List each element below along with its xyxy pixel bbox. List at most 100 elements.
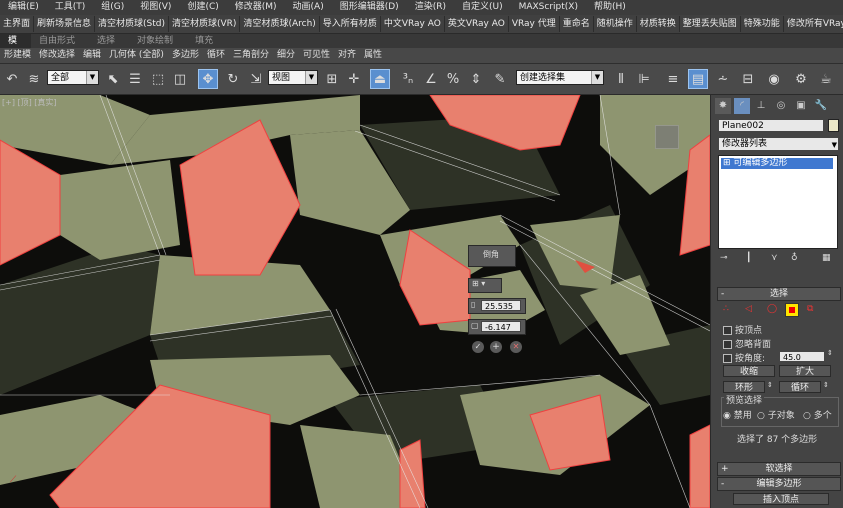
ribbon-tab-0[interactable]: 模	[0, 34, 32, 48]
script-button-14[interactable]: 修改所有VRayMtl	[784, 16, 843, 32]
menu-item-4[interactable]: 创建(C)	[179, 0, 226, 15]
element-level-icon[interactable]: ⧉	[807, 304, 813, 314]
undo-icon[interactable]: ↶	[2, 69, 22, 89]
script-button-12[interactable]: 整理丢失贴图	[680, 16, 741, 32]
shrink-button[interactable]: 收缩	[723, 365, 775, 377]
bevel-height-input[interactable]: 25.535	[481, 300, 521, 311]
script-button-4[interactable]: 清空材质球(Arch)	[240, 16, 320, 32]
ignore-backfacing-option[interactable]: 忽略背面	[723, 337, 771, 350]
grow-button[interactable]: 扩大	[779, 365, 831, 377]
select-rotate-icon[interactable]: ↻	[223, 69, 243, 89]
ribbon-panel-item-8[interactable]: 可见性	[299, 48, 334, 63]
curve-editor-icon[interactable]: ⩪	[713, 69, 733, 89]
cancel-icon[interactable]: ✕	[510, 341, 522, 353]
link-icon[interactable]: ≋	[24, 69, 44, 89]
spinner-icon[interactable]: ⇕	[827, 349, 833, 357]
script-button-9[interactable]: 重命名	[560, 16, 594, 32]
script-button-8[interactable]: VRay 代理	[509, 16, 560, 32]
ribbon-tab-3[interactable]: 对象绘制	[129, 34, 187, 48]
ribbon-panel-item-9[interactable]: 对齐	[334, 48, 360, 63]
modify-tab-icon[interactable]: ◜	[734, 98, 750, 114]
utilities-tab-icon[interactable]: 🔧	[813, 98, 829, 114]
script-button-10[interactable]: 随机操作	[594, 16, 637, 32]
menu-item-7[interactable]: 图形编辑器(D)	[332, 0, 407, 15]
menu-item-11[interactable]: 帮助(H)	[586, 0, 634, 15]
menu-item-0[interactable]: 编辑(E)	[0, 0, 47, 15]
bevel-outline-input[interactable]: -6.147	[481, 321, 521, 332]
schematic-view-icon[interactable]: ⊟	[738, 69, 758, 89]
select-object-icon[interactable]: ⬉	[103, 69, 123, 89]
pin-stack-icon[interactable]: ⊸	[720, 253, 728, 263]
ribbon-panel-item-5[interactable]: 循环	[203, 48, 229, 63]
ribbon-panel-item-10[interactable]: 属性	[360, 48, 386, 63]
modifier-stack-list[interactable]: ⊞ 可编辑多边形	[718, 155, 838, 249]
keyboard-shortcut-icon[interactable]: ⏏	[370, 69, 390, 89]
loop-spinner-icon[interactable]: ⇕	[823, 381, 829, 389]
display-tab-icon[interactable]: ▣	[793, 98, 809, 114]
edge-level-icon[interactable]: ◁	[745, 304, 752, 314]
script-button-5[interactable]: 导入所有材质	[320, 16, 381, 32]
modifier-list-dropdown[interactable]: 修改器列表 ▼	[718, 137, 839, 151]
hierarchy-tab-icon[interactable]: ⊥	[753, 98, 769, 114]
motion-tab-icon[interactable]: ◎	[773, 98, 789, 114]
window-crossing-icon[interactable]: ◫	[170, 69, 190, 89]
script-button-13[interactable]: 特殊功能	[741, 16, 784, 32]
script-button-11[interactable]: 材质转换	[637, 16, 680, 32]
select-by-name-icon[interactable]: ☰	[125, 69, 145, 89]
scene-explorer-icon[interactable]: ▤	[688, 69, 708, 89]
rectangle-selection-icon[interactable]: ⬚	[148, 69, 168, 89]
render-setup-icon[interactable]: ⚙	[791, 69, 811, 89]
spinner-snap-icon[interactable]: ⇕	[466, 69, 486, 89]
apply-and-continue-icon[interactable]: +	[490, 341, 502, 353]
percent-snap-icon[interactable]: %	[443, 69, 463, 89]
edit-polygons-rollout-header[interactable]: - 编辑多边形	[717, 477, 841, 491]
ribbon-panel-item-0[interactable]: 形建模	[0, 48, 35, 63]
angle-snap-icon[interactable]: ∠	[421, 69, 441, 89]
menu-item-3[interactable]: 视图(V)	[132, 0, 179, 15]
by-angle-checkbox[interactable]	[723, 354, 732, 363]
preview-disabled-option[interactable]: ◉ 禁用	[723, 408, 752, 421]
viewport-label[interactable]: [+] [顶] [真实]	[2, 97, 57, 108]
menu-item-1[interactable]: 工具(T)	[47, 0, 94, 15]
bevel-caddy-title[interactable]: 倒角	[468, 245, 516, 267]
object-name-input[interactable]: Plane002	[718, 119, 824, 132]
select-move-icon[interactable]: ✥	[198, 69, 218, 89]
by-angle-input[interactable]: 45.0	[779, 351, 825, 362]
create-tab-icon[interactable]: ✸	[715, 98, 731, 114]
named-selection-dropdown[interactable]: 创建选择集 ▼	[516, 70, 604, 85]
menu-item-6[interactable]: 动画(A)	[285, 0, 332, 15]
insert-vertex-button[interactable]: 插入顶点	[733, 493, 829, 505]
bevel-type-dropdown[interactable]: ⊞ ▾	[468, 278, 502, 293]
render-teapot-icon[interactable]: ☕	[816, 69, 836, 89]
by-vertex-option[interactable]: 按顶点	[723, 323, 762, 336]
menu-item-2[interactable]: 组(G)	[93, 0, 132, 15]
ribbon-panel-item-7[interactable]: 细分	[273, 48, 299, 63]
ribbon-tab-1[interactable]: 自由形式	[31, 34, 89, 48]
preview-multiple-option[interactable]: ○ 多个	[803, 408, 832, 421]
ribbon-panel-item-1[interactable]: 修改选择	[35, 48, 79, 63]
script-button-6[interactable]: 中文VRay AO	[381, 16, 445, 32]
ignore-backfacing-checkbox[interactable]	[723, 340, 732, 349]
stack-item-editable-poly[interactable]: ⊞ 可编辑多边形	[721, 158, 833, 169]
selection-rollout-header[interactable]: - 选择	[717, 287, 841, 301]
configure-sets-icon[interactable]: ▦	[822, 253, 831, 263]
ribbon-tab-2[interactable]: 选择	[89, 34, 129, 48]
menu-item-10[interactable]: MAXScript(X)	[511, 0, 586, 15]
object-color-swatch[interactable]	[828, 119, 839, 132]
edit-named-selection-icon[interactable]: ✎	[490, 69, 510, 89]
select-manipulate-icon[interactable]: ✛	[344, 69, 364, 89]
script-button-3[interactable]: 清空材质球(VR)	[169, 16, 241, 32]
script-button-2[interactable]: 清空材质球(Std)	[95, 16, 170, 32]
menu-item-8[interactable]: 渲染(R)	[407, 0, 454, 15]
pivot-icon[interactable]: ⊞	[322, 69, 342, 89]
preview-subobject-option[interactable]: ○ 子对象	[757, 408, 795, 421]
soft-selection-rollout-header[interactable]: + 软选择	[717, 462, 841, 476]
menu-item-9[interactable]: 自定义(U)	[454, 0, 511, 15]
mirror-icon[interactable]: ⫴	[611, 69, 631, 89]
viewport-top[interactable]: [+] [顶] [真实] 倒角 ⊞ ▾ ▯ 25.535 ▢ -6.147 ✓ …	[0, 95, 710, 508]
ribbon-panel-item-3[interactable]: 几何体 (全部)	[105, 48, 168, 63]
remove-modifier-icon[interactable]: ♁	[791, 253, 798, 263]
ribbon-panel-item-4[interactable]: 多边形	[168, 48, 203, 63]
by-vertex-checkbox[interactable]	[723, 326, 732, 335]
ribbon-panel-item-2[interactable]: 编辑	[79, 48, 105, 63]
